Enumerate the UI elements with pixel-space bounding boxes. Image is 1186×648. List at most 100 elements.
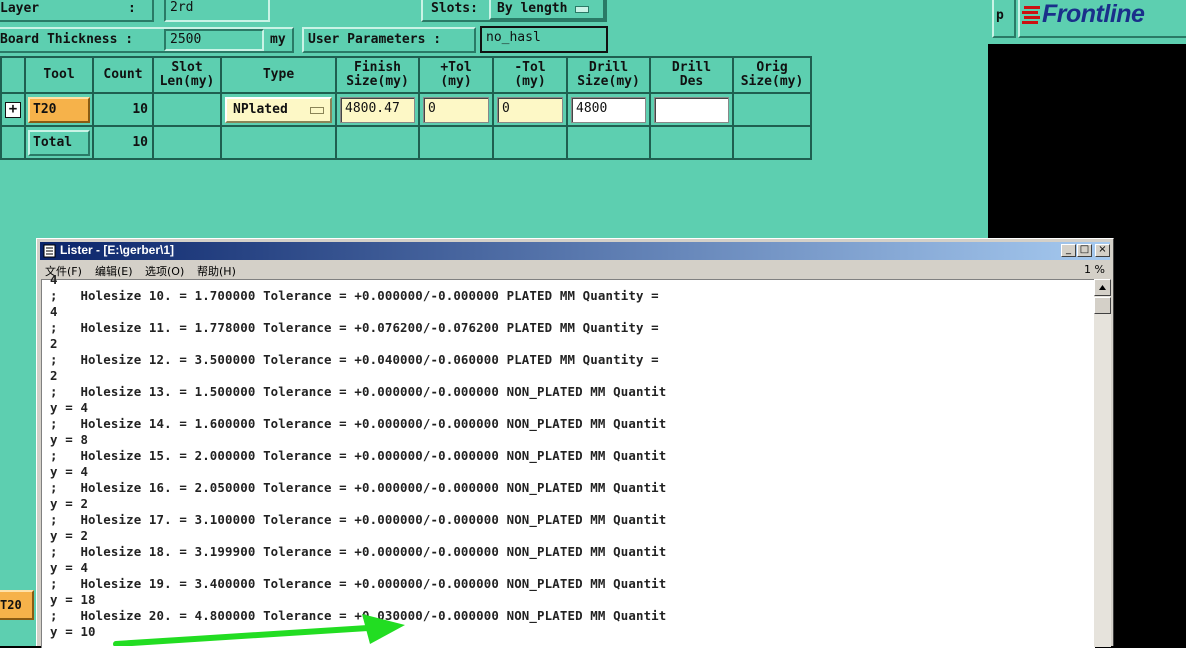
lister-line: y = 2	[50, 496, 89, 511]
menu-help[interactable]: 帮助(H)	[197, 263, 236, 279]
close-icon[interactable]: ×	[1095, 244, 1110, 257]
lister-line: 4	[50, 272, 58, 287]
board-thickness-field[interactable]: 2500	[164, 29, 264, 51]
lister-line: y = 4	[50, 560, 89, 575]
lister-line: ; Holesize 15. = 2.000000 Tolerance = +0…	[50, 448, 667, 463]
lister-line: y = 4	[50, 464, 89, 479]
dropdown-indicator-icon	[310, 106, 324, 114]
total-label-cell: Total	[24, 125, 94, 160]
frontline-logo: Frontline	[1018, 0, 1186, 38]
lister-line: y = 4	[50, 400, 89, 415]
total-empty-cell	[649, 125, 734, 160]
layer-label: Layer	[0, 1, 40, 16]
slots-label: Slots:	[431, 1, 478, 16]
slots-dropdown-value: By length	[497, 1, 568, 16]
table-row: + T20 10 NPlated 4800.47 0 0 4800	[0, 92, 812, 127]
lister-title: Lister - [E:\gerber\1]	[60, 243, 175, 257]
header-tool: Tool	[24, 56, 94, 94]
total-empty-cell	[152, 125, 222, 160]
lister-line: ; Holesize 17. = 3.100000 Tolerance = +0…	[50, 512, 667, 527]
type-dropdown-value: NPlated	[233, 101, 288, 117]
drill-tool-table: Tool Count Slot Len(my) Type Finish Size…	[0, 56, 812, 160]
lister-line: ; Holesize 14. = 1.600000 Tolerance = +0…	[50, 416, 667, 431]
lister-titlebar[interactable]: Lister - [E:\gerber\1] _ □ ×	[40, 242, 1110, 260]
header-type: Type	[220, 56, 337, 94]
lister-content: 4; Holesize 10. = 1.700000 Tolerance = +…	[41, 272, 1095, 648]
drill-des-input[interactable]	[654, 96, 729, 123]
drill-size-input[interactable]: 4800	[571, 96, 646, 123]
table-header-row: Tool Count Slot Len(my) Type Finish Size…	[0, 56, 812, 94]
finish-size-cell: 4800.47	[335, 92, 420, 127]
total-empty-cell	[492, 125, 568, 160]
zoom-indicator: 1 %	[1084, 263, 1105, 276]
lister-line: ; Holesize 11. = 1.778000 Tolerance = +0…	[50, 320, 659, 335]
header-minus-tol: -Tol (my)	[492, 56, 568, 94]
expand-cell: +	[0, 92, 26, 127]
total-empty-cell	[418, 125, 494, 160]
header-slot-len: Slot Len(my)	[152, 56, 222, 94]
scroll-thumb[interactable]	[1094, 297, 1111, 314]
drill-des-cell	[649, 92, 734, 127]
p-button[interactable]: p	[992, 0, 1016, 38]
slots-box: Slots: By length	[421, 0, 607, 22]
tool-cell: T20	[24, 92, 94, 127]
total-empty-cell	[220, 125, 337, 160]
p-button-label: p	[996, 8, 1004, 23]
count-cell: 10	[92, 92, 154, 127]
total-count-cell: 10	[92, 125, 154, 160]
layer-separator: :	[128, 1, 136, 16]
slots-dropdown[interactable]: By length	[489, 0, 605, 20]
total-empty-cell	[0, 125, 26, 160]
minimize-icon[interactable]: _	[1061, 244, 1076, 257]
orig-size-cell	[732, 92, 812, 127]
logo-text: Frontline	[1042, 0, 1145, 28]
lister-line: 4	[50, 304, 58, 319]
header-expand-cell	[0, 56, 26, 94]
minus-tol-cell: 0	[492, 92, 568, 127]
header-count: Count	[92, 56, 154, 94]
layer-field[interactable]: 2rd	[164, 0, 270, 22]
dropdown-indicator-icon	[575, 6, 589, 13]
lister-line: ; Holesize 12. = 3.500000 Tolerance = +0…	[50, 352, 659, 367]
green-arrow-annotation	[113, 614, 405, 646]
total-empty-cell	[335, 125, 420, 160]
maximize-icon[interactable]: □	[1077, 244, 1092, 257]
layer-label-box: Layer :	[0, 0, 154, 22]
lister-line: ; Holesize 10. = 1.700000 Tolerance = +0…	[50, 288, 659, 303]
slot-len-cell	[152, 92, 222, 127]
lister-line: y = 18	[50, 592, 96, 607]
bottom-tool-button[interactable]: T20	[0, 590, 34, 620]
lister-line: y = 8	[50, 432, 89, 447]
board-thickness-unit: my	[270, 32, 286, 47]
logo-stripes-icon	[1022, 6, 1040, 24]
lister-line: ; Holesize 16. = 2.050000 Tolerance = +0…	[50, 480, 667, 495]
lister-window: Lister - [E:\gerber\1] _ □ × 文件(F) 编辑(E)…	[36, 238, 1114, 648]
user-parameters-field[interactable]: no_hasl	[480, 26, 608, 53]
table-total-row: Total 10	[0, 125, 812, 160]
total-empty-cell	[732, 125, 812, 160]
tool-button-t20[interactable]: T20	[28, 96, 90, 123]
total-empty-cell	[566, 125, 651, 160]
menu-edit[interactable]: 编辑(E)	[95, 263, 133, 279]
total-button[interactable]: Total	[28, 129, 90, 156]
lister-line: y = 2	[50, 528, 89, 543]
lister-line: ; Holesize 18. = 3.199900 Tolerance = +0…	[50, 544, 667, 559]
lister-line: ; Holesize 13. = 1.500000 Tolerance = +0…	[50, 384, 667, 399]
header-finish-size: Finish Size(my)	[335, 56, 420, 94]
menu-options[interactable]: 选项(O)	[145, 263, 184, 279]
lister-line: y = 10	[50, 624, 96, 639]
lister-line: 2	[50, 336, 58, 351]
drill-size-cell: 4800	[566, 92, 651, 127]
user-parameters-button[interactable]: User Parameters :	[302, 27, 476, 53]
expand-icon[interactable]: +	[5, 101, 21, 118]
finish-size-input[interactable]: 4800.47	[340, 96, 415, 123]
plus-tol-input[interactable]: 0	[423, 96, 489, 123]
header-plus-tol: +Tol (my)	[418, 56, 494, 94]
header-drill-des: Drill Des	[649, 56, 734, 94]
scroll-up-icon[interactable]	[1094, 279, 1111, 296]
vertical-scrollbar[interactable]	[1094, 279, 1111, 647]
type-dropdown[interactable]: NPlated	[225, 96, 332, 123]
plus-tol-cell: 0	[418, 92, 494, 127]
minus-tol-input[interactable]: 0	[497, 96, 563, 123]
lister-line: 2	[50, 368, 58, 383]
